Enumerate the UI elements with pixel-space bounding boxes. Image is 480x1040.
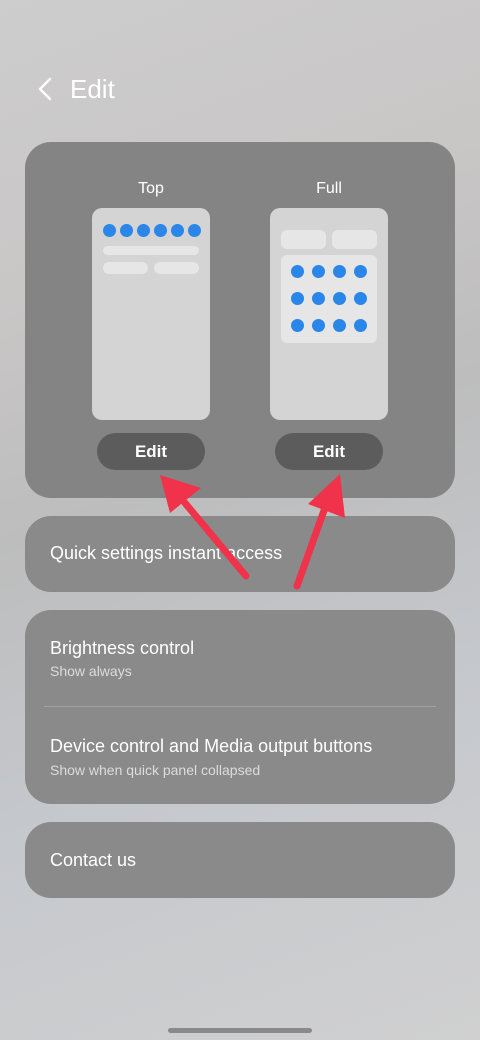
toggle-dot	[354, 265, 367, 278]
toggle-dot	[291, 292, 304, 305]
toggle-dot	[312, 265, 325, 278]
toggle-dot	[354, 292, 367, 305]
item-title: Quick settings instant access	[50, 543, 283, 563]
toggle-dot	[354, 319, 367, 332]
item-title: Brightness control	[50, 638, 195, 658]
full-edit-button[interactable]: Edit	[275, 433, 383, 470]
slider-bar	[103, 246, 199, 255]
contact-us-item[interactable]: Contact us	[25, 822, 455, 898]
header: Edit	[0, 60, 480, 120]
toggle-grid	[281, 255, 377, 343]
toggle-dot	[188, 224, 201, 237]
toggle-dot	[333, 292, 346, 305]
home-indicator	[168, 1028, 312, 1033]
toggle-dot	[312, 292, 325, 305]
page-title: Edit	[70, 74, 115, 104]
settings-group: Brightness control Show always Device co…	[25, 610, 455, 804]
button-placeholder	[103, 262, 148, 274]
item-title: Contact us	[50, 850, 137, 870]
toggle-dot	[291, 265, 304, 278]
toggle-dot	[291, 319, 304, 332]
button-placeholder	[154, 262, 199, 274]
item-title: Device control and Media output buttons	[50, 736, 373, 756]
back-button[interactable]	[30, 74, 60, 104]
toggle-dot	[312, 319, 325, 332]
top-layout-label: Top	[138, 180, 164, 197]
chevron-left-icon	[38, 77, 52, 101]
top-layout-preview[interactable]	[92, 208, 210, 420]
panel-preview-card: Top Edit Full Edit	[25, 142, 455, 498]
toggle-dot	[171, 224, 184, 237]
brightness-control-item[interactable]: Brightness control Show always	[25, 610, 455, 706]
quick-settings-instant-access-item[interactable]: Quick settings instant access	[25, 516, 455, 592]
toggle-dot	[333, 319, 346, 332]
toggle-dot	[103, 224, 116, 237]
toggle-dot	[137, 224, 150, 237]
full-layout-preview[interactable]	[270, 208, 388, 420]
toggle-dot	[333, 265, 346, 278]
device-control-item[interactable]: Device control and Media output buttons …	[25, 707, 455, 804]
item-subtitle: Show when quick panel collapsed	[50, 762, 261, 778]
full-layout-label: Full	[316, 180, 342, 197]
button-placeholder	[281, 230, 326, 249]
top-edit-button[interactable]: Edit	[97, 433, 205, 470]
button-placeholder	[332, 230, 377, 249]
toggle-dot	[154, 224, 167, 237]
toggle-dot	[120, 224, 133, 237]
item-subtitle: Show always	[50, 663, 132, 679]
